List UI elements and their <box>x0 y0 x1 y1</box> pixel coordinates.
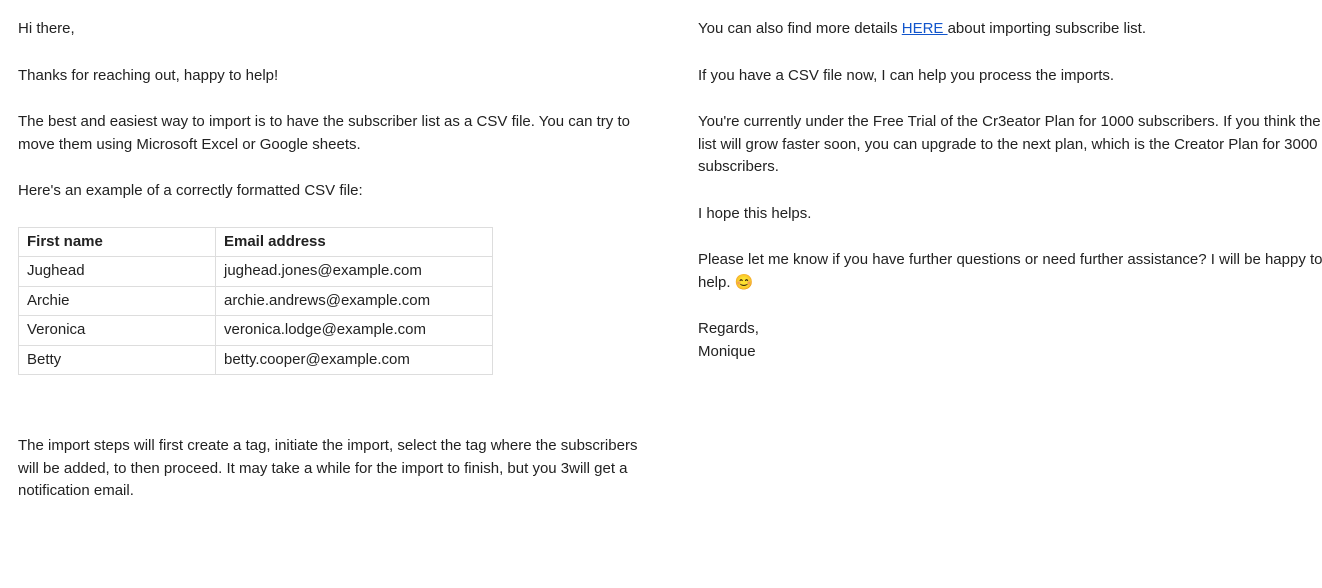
example-intro: Here's an example of a correctly formatt… <box>18 180 658 203</box>
table-row: Veronica veronica.lodge@example.com <box>19 316 493 346</box>
signature-name: Monique <box>698 343 756 360</box>
plan-info-paragraph: You're currently under the Free Trial of… <box>698 111 1322 179</box>
details-pre: You can also find more details <box>698 20 902 37</box>
csv-help-line: If you have a CSV file now, I can help y… <box>698 65 1322 88</box>
more-details-line: You can also find more details HERE abou… <box>698 18 1322 41</box>
smile-icon: 😊 <box>735 274 754 291</box>
header-email-address: Email address <box>216 227 493 257</box>
table-row: Archie archie.andrews@example.com <box>19 286 493 316</box>
email-body: Hi there, Thanks for reaching out, happy… <box>18 18 1304 527</box>
cell-first-name: Veronica <box>19 316 216 346</box>
cell-email: jughead.jones@example.com <box>216 257 493 287</box>
greeting: Hi there, <box>18 18 658 41</box>
cell-email: veronica.lodge@example.com <box>216 316 493 346</box>
import-steps-paragraph: The import steps will first create a tag… <box>18 435 658 503</box>
hope-line: I hope this helps. <box>698 203 1322 226</box>
regards: Regards, <box>698 320 759 337</box>
table-row: Jughead jughead.jones@example.com <box>19 257 493 287</box>
column-left: Hi there, Thanks for reaching out, happy… <box>18 18 658 527</box>
here-link[interactable]: HERE <box>902 20 948 37</box>
column-right: You can also find more details HERE abou… <box>698 18 1322 527</box>
table-header-row: First name Email address <box>19 227 493 257</box>
cell-first-name: Jughead <box>19 257 216 287</box>
details-post: about importing subscribe list. <box>948 20 1146 37</box>
thanks-line: Thanks for reaching out, happy to help! <box>18 65 658 88</box>
header-first-name: First name <box>19 227 216 257</box>
table-row: Betty betty.cooper@example.com <box>19 345 493 375</box>
best-way-paragraph: The best and easiest way to import is to… <box>18 111 658 156</box>
closing-text: Please let me know if you have further q… <box>698 251 1322 291</box>
cell-first-name: Betty <box>19 345 216 375</box>
closing-line: Please let me know if you have further q… <box>698 249 1322 294</box>
cell-email: archie.andrews@example.com <box>216 286 493 316</box>
csv-example-table: First name Email address Jughead jughead… <box>18 227 493 376</box>
cell-email: betty.cooper@example.com <box>216 345 493 375</box>
cell-first-name: Archie <box>19 286 216 316</box>
signature-block: Regards, Monique <box>698 318 1322 363</box>
